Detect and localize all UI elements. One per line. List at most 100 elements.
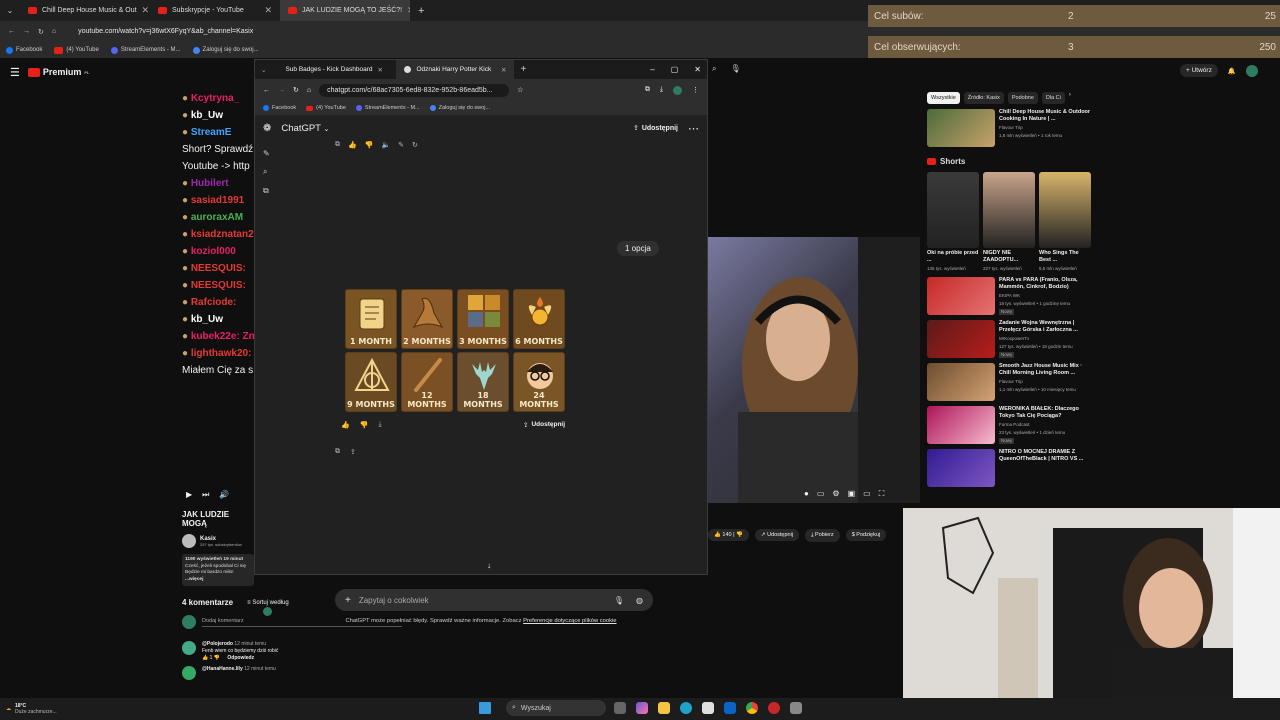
- chat-username[interactable]: auroraxAM: [191, 212, 243, 223]
- fullscreen-icon[interactable]: ⛶: [879, 489, 885, 499]
- plus-icon[interactable]: +: [345, 595, 351, 606]
- short-item[interactable]: Oki na próbie przed ... 136 tys. wyświetl…: [927, 172, 979, 272]
- video-thumbnail[interactable]: [927, 449, 995, 487]
- short-thumbnail[interactable]: [1039, 172, 1091, 248]
- chat-username[interactable]: kubek22e: Zno: [191, 331, 256, 342]
- copy-icon[interactable]: ⧉: [335, 141, 340, 149]
- theater-icon[interactable]: ▭: [863, 489, 871, 499]
- short-item[interactable]: Who Sings The Best ... 5,5 mln wyświetleń: [1039, 172, 1091, 272]
- upload-icon[interactable]: ⇪: [350, 448, 356, 456]
- star-icon[interactable]: ☆: [517, 86, 523, 94]
- forward-icon[interactable]: →: [278, 87, 285, 94]
- new-tab-button[interactable]: +: [520, 64, 526, 75]
- avatar[interactable]: [1245, 64, 1258, 77]
- close-window-icon[interactable]: ✕: [694, 65, 701, 74]
- openai-logo-icon[interactable]: ❁: [263, 123, 271, 134]
- recommended-video[interactable]: Zadanie Wojna Wewnętrzna | Przełęcz Górs…: [927, 320, 1092, 358]
- short-item[interactable]: NIGDY NIE ZAADOPTU... 227 tys. wyświetleń: [983, 172, 1035, 272]
- share-chat-button[interactable]: ⇪ Udostępnij: [633, 124, 678, 133]
- chat-username[interactable]: Hubilert: [191, 178, 229, 189]
- bookmark-streamelements[interactable]: StreamElements - M...: [110, 46, 181, 54]
- home-icon[interactable]: ⌂: [307, 87, 311, 94]
- copilot-icon[interactable]: [636, 702, 648, 714]
- gear-icon[interactable]: ⚙: [832, 489, 839, 499]
- edge-icon[interactable]: [680, 702, 692, 714]
- recommended-video[interactable]: PARA vs PARA (Franio, Olsza, Mammón, Cin…: [927, 277, 1092, 315]
- image-share-button[interactable]: ⇪ Udostępnij: [523, 421, 565, 429]
- search-icon[interactable]: ⌕: [712, 64, 716, 74]
- reply-button[interactable]: Odpowiedz: [227, 655, 254, 661]
- antivirus-icon[interactable]: [768, 702, 780, 714]
- back-icon[interactable]: ←: [263, 87, 270, 94]
- task-view-icon[interactable]: [614, 702, 626, 714]
- url-field[interactable]: chatgpt.com/c/68ac7305-6ed8-832e-952b-86…: [319, 83, 510, 97]
- thumbs-up-icon[interactable]: 👍: [341, 421, 350, 429]
- speaker-icon[interactable]: 🔈: [381, 141, 390, 149]
- more-menu-icon[interactable]: ⋮: [692, 86, 699, 95]
- video-thumbnail[interactable]: [927, 363, 995, 401]
- taskbar-search[interactable]: ⌕ Wyszukaj: [506, 700, 606, 716]
- chat-username[interactable]: NEESQUIS:: [191, 280, 246, 291]
- recommended-video[interactable]: NITRO O MOCNEJ DRAMIE Z QueenOfTheBlack …: [927, 449, 1092, 487]
- chat-username[interactable]: Rafciode:: [191, 297, 237, 308]
- copy-icon[interactable]: ⧉: [335, 448, 340, 456]
- reload-icon[interactable]: ↻: [38, 28, 44, 36]
- tab-search-icon[interactable]: ⌄: [0, 6, 20, 15]
- download-icon[interactable]: ⤓: [378, 421, 381, 429]
- chip-all[interactable]: Wszystkie: [927, 92, 960, 104]
- download-icon[interactable]: ⤓: [660, 86, 663, 95]
- home-icon[interactable]: ⌂: [52, 28, 56, 35]
- chip-similar[interactable]: Podobne: [1007, 92, 1038, 104]
- profile-avatar[interactable]: [263, 607, 272, 616]
- chat-username[interactable]: StreamE: [191, 127, 232, 138]
- windows-start-icon[interactable]: [479, 702, 491, 714]
- close-icon[interactable]: ✕: [378, 66, 383, 74]
- more-options-icon[interactable]: ⋯: [688, 122, 699, 135]
- subtitles-icon[interactable]: ▭: [817, 489, 825, 499]
- chat-username[interactable]: lighthawk20:: [191, 348, 252, 359]
- chat-composer[interactable]: + Zapytaj o cokolwiek 🎙 ◍: [335, 589, 653, 611]
- bookmark-facebook[interactable]: Facebook: [6, 46, 42, 54]
- browser-tab-3[interactable]: JAK LUDZIE MOGĄ TO JEŚĆ?!✕: [280, 0, 410, 21]
- video-description[interactable]: 1190 wyświetleń 19 minut Cześć, jeżeli s…: [182, 554, 254, 586]
- chat-username[interactable]: Kcytryna_: [191, 93, 239, 104]
- back-icon[interactable]: ←: [8, 28, 15, 35]
- microphone-icon[interactable]: 🎙: [730, 64, 740, 74]
- create-button[interactable]: + Utwórz: [1180, 64, 1218, 77]
- next-icon[interactable]: ⏭: [202, 490, 209, 500]
- forward-icon[interactable]: →: [23, 28, 30, 35]
- chrome-icon[interactable]: [746, 702, 758, 714]
- browser-tab-1[interactable]: Chill Deep House Music & Out ✕: [20, 0, 150, 21]
- chip-source[interactable]: Źródło: Kasix: [963, 92, 1004, 104]
- video-thumbnail[interactable]: [927, 320, 995, 358]
- library-icon[interactable]: ⧉: [263, 186, 270, 196]
- close-icon[interactable]: ✕: [142, 5, 150, 16]
- recommended-video[interactable]: Smooth Jazz House Music Mix · Chill Morn…: [927, 363, 1092, 401]
- video-thumbnail[interactable]: [927, 277, 995, 315]
- chat-username[interactable]: koziol000: [191, 246, 236, 257]
- search-icon[interactable]: ⌕: [263, 167, 270, 177]
- new-chat-icon[interactable]: ✎: [263, 149, 270, 158]
- new-tab-button[interactable]: +: [410, 5, 432, 17]
- extensions-icon[interactable]: ⧉: [645, 86, 650, 95]
- close-icon[interactable]: ✕: [501, 66, 506, 74]
- url-field[interactable]: youtube.com/watch?v=j36wtX6FyqY&ab_chann…: [78, 28, 253, 35]
- chat-username[interactable]: ksiadznatan21: [191, 229, 256, 240]
- share-button[interactable]: ↗ Udostępnij: [754, 529, 800, 541]
- outlook-icon[interactable]: [724, 702, 736, 714]
- bookmark-youtube[interactable]: (4) YouTube: [54, 46, 99, 54]
- chat-username[interactable]: sasiad1991: [191, 195, 244, 206]
- recommended-video[interactable]: Chill Deep House Music & Outdoor Cooking…: [927, 109, 1092, 147]
- volume-icon[interactable]: 🔊: [219, 490, 229, 500]
- miniplayer-icon[interactable]: ▣: [848, 489, 856, 499]
- download-button[interactable]: ⤓ Pobierz: [805, 528, 840, 542]
- thumbs-down-icon[interactable]: 👎: [365, 141, 374, 149]
- chevron-right-icon[interactable]: ›: [1069, 92, 1071, 104]
- toggle-icon[interactable]: ●: [804, 489, 809, 499]
- window-tab-chatgpt[interactable]: Odznaki Harry Potter Kick ✕: [396, 60, 515, 79]
- chat-username[interactable]: NEESQUIS:: [191, 263, 246, 274]
- retry-icon[interactable]: ↻: [412, 141, 418, 149]
- voice-mode-icon[interactable]: ◍: [636, 596, 643, 605]
- bookmark-login[interactable]: Zaloguj się do swoj...: [429, 105, 490, 111]
- channel-avatar[interactable]: [182, 534, 196, 548]
